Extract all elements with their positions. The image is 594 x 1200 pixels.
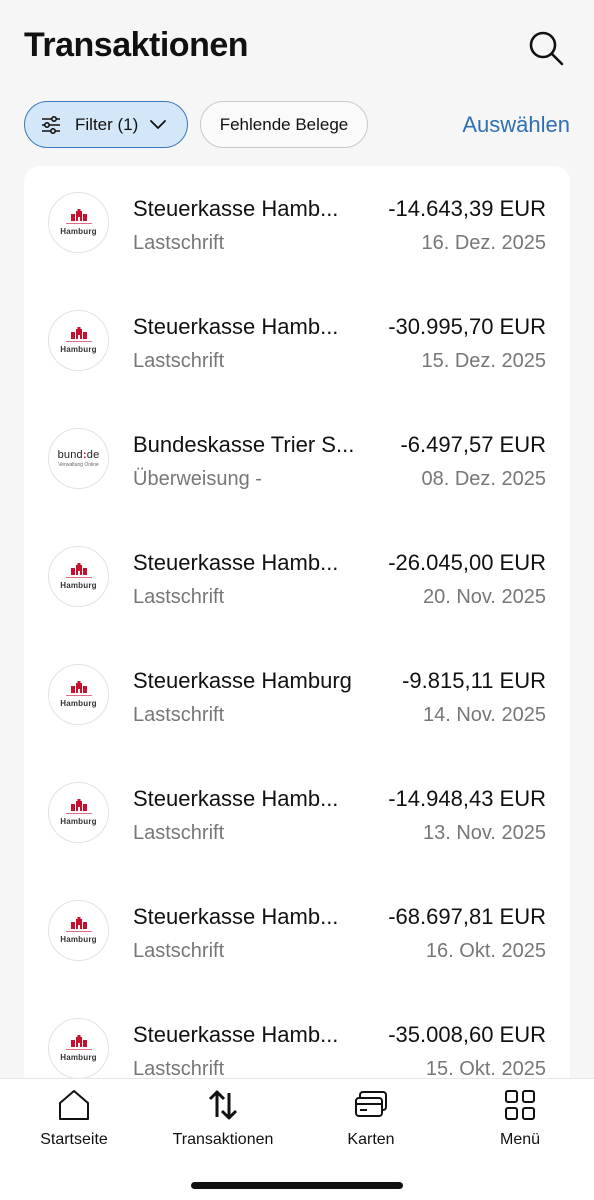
transaction-name: Steuerkasse Hamb... [133,550,339,575]
transaction-date: 15. Dez. 2025 [421,350,546,372]
transaction-name: Steuerkasse Hamb... [133,196,339,221]
nav-label-transactions: Transaktionen [172,1131,274,1148]
home-icon [59,1090,89,1120]
transaction-type: Lastschrift [133,704,225,726]
bund-logo-text: bund:de [57,449,100,461]
transaction-type: Lastschrift [133,232,225,254]
castle-icon [70,327,87,339]
transaction-name: Steuerkasse Hamb... [133,314,339,339]
nav-item-transactions[interactable]: Transaktionen [158,1087,288,1153]
select-link[interactable]: Auswählen [462,112,570,138]
castle-icon [70,799,87,811]
transaction-type: Lastschrift [133,350,225,372]
transaction-amount: -35.008,60 EUR [388,1022,546,1047]
nav-item-home[interactable]: Startseite [9,1087,139,1153]
transaction-date: 08. Dez. 2025 [421,468,546,490]
castle-icon [70,209,87,221]
transaction-date: 16. Dez. 2025 [421,232,546,254]
hamburg-logo-text: Hamburg [60,345,97,354]
page-title: Transaktionen [24,26,249,64]
logo-divider [65,577,92,578]
logo-divider [65,1049,92,1050]
transaction-amount: -30.995,70 EUR [388,314,546,339]
filter-chip-label: Filter (1) [75,114,139,134]
hamburg-logo: Hamburg [48,310,109,371]
transaction-date: 13. Nov. 2025 [422,822,546,844]
transaction-type: Lastschrift [133,822,225,844]
hamburg-logo: Hamburg [48,900,109,961]
transactions-screen: Transaktionen Filter (1) Fehlende Belege… [0,0,594,1200]
bund-logo-subtext: Verwaltung Online [58,462,99,468]
hamburg-logo: Hamburg [48,1018,109,1079]
transaction-row[interactable]: Hamburg Steuerkasse Hamb... Lastschrift -14… [24,166,570,284]
transaction-type: Überweisung - [133,468,262,490]
filter-chip-row: Filter (1) Fehlende Belege Auswählen [24,101,570,149]
transaction-row[interactable]: Hamburg Steuerkasse Hamburg Lastschrift -9.… [24,638,570,756]
logo-divider [65,813,92,814]
transaction-amount: -68.697,81 EUR [388,904,546,929]
hamburg-logo-text: Hamburg [60,699,97,708]
transaction-type: Lastschrift [133,586,225,608]
chevron-down-icon [150,119,167,130]
hamburg-logo: Hamburg [48,546,109,607]
hamburg-logo: Hamburg [48,664,109,725]
nav-item-cards[interactable]: Karten [306,1087,436,1153]
transaction-amount: -6.497,57 EUR [400,432,546,457]
nav-label-home: Startseite [40,1131,108,1148]
home-indicator [191,1182,403,1189]
logo-divider [65,695,92,696]
nav-item-menu[interactable]: Menü [455,1087,585,1153]
transaction-list: Hamburg Steuerkasse Hamb... Lastschrift -14… [24,166,570,1166]
header: Transaktionen [0,0,594,90]
hamburg-logo: Hamburg [48,782,109,843]
transaction-row[interactable]: Hamburg Steuerkasse Hamb... Lastschrift -26… [24,520,570,638]
transaction-row[interactable]: Hamburg Steuerkasse Hamb... Lastschrift -30… [24,284,570,402]
search-icon [529,31,564,66]
transaction-date: 20. Nov. 2025 [422,586,546,608]
hamburg-logo-text: Hamburg [60,227,97,236]
nav-label-cards: Karten [347,1131,395,1148]
transaction-date: 14. Nov. 2025 [422,704,546,726]
logo-divider [65,223,92,224]
transaction-amount: -14.948,43 EUR [388,786,546,811]
sliders-icon [42,115,60,134]
transaction-amount: -14.643,39 EUR [388,196,546,221]
transaction-name: Bundeskasse Trier S... [133,432,355,457]
castle-icon [70,1035,87,1047]
cards-icon [355,1091,387,1117]
logo-divider [65,341,92,342]
transaction-amount: -26.045,00 EUR [388,550,546,575]
search-button[interactable] [524,26,568,70]
hamburg-logo: Hamburg [48,192,109,253]
transfer-arrows-icon [208,1090,238,1120]
transaction-name: Steuerkasse Hamb... [133,786,339,811]
transaction-name: Steuerkasse Hamburg [133,668,352,693]
transaction-row[interactable]: bund:de Verwaltung Online Bundeskasse Trie… [24,402,570,520]
hamburg-logo-text: Hamburg [60,581,97,590]
hamburg-logo-text: Hamburg [60,935,97,944]
transaction-name: Steuerkasse Hamb... [133,1022,339,1047]
hamburg-logo-text: Hamburg [60,817,97,826]
hamburg-logo-text: Hamburg [60,1053,97,1062]
transaction-type: Lastschrift [133,940,225,962]
transaction-row[interactable]: Hamburg Steuerkasse Hamb... Lastschrift -68… [24,874,570,992]
castle-icon [70,563,87,575]
grid-menu-icon [505,1090,535,1120]
castle-icon [70,917,87,929]
bund-logo: bund:de Verwaltung Online [48,428,109,489]
transaction-row[interactable]: Hamburg Steuerkasse Hamb... Lastschrift -14… [24,756,570,874]
missing-receipts-label: Fehlende Belege [219,114,349,134]
transaction-date: 16. Okt. 2025 [425,940,546,962]
castle-icon [70,681,87,693]
filter-chip[interactable]: Filter (1) [24,101,188,148]
nav-label-menu: Menü [499,1131,541,1148]
logo-divider [65,931,92,932]
transaction-name: Steuerkasse Hamb... [133,904,339,929]
missing-receipts-chip[interactable]: Fehlende Belege [200,101,368,148]
transaction-amount: -9.815,11 EUR [402,668,546,693]
bottom-navigation: Startseite Transaktionen Karten Menü [0,1078,594,1200]
